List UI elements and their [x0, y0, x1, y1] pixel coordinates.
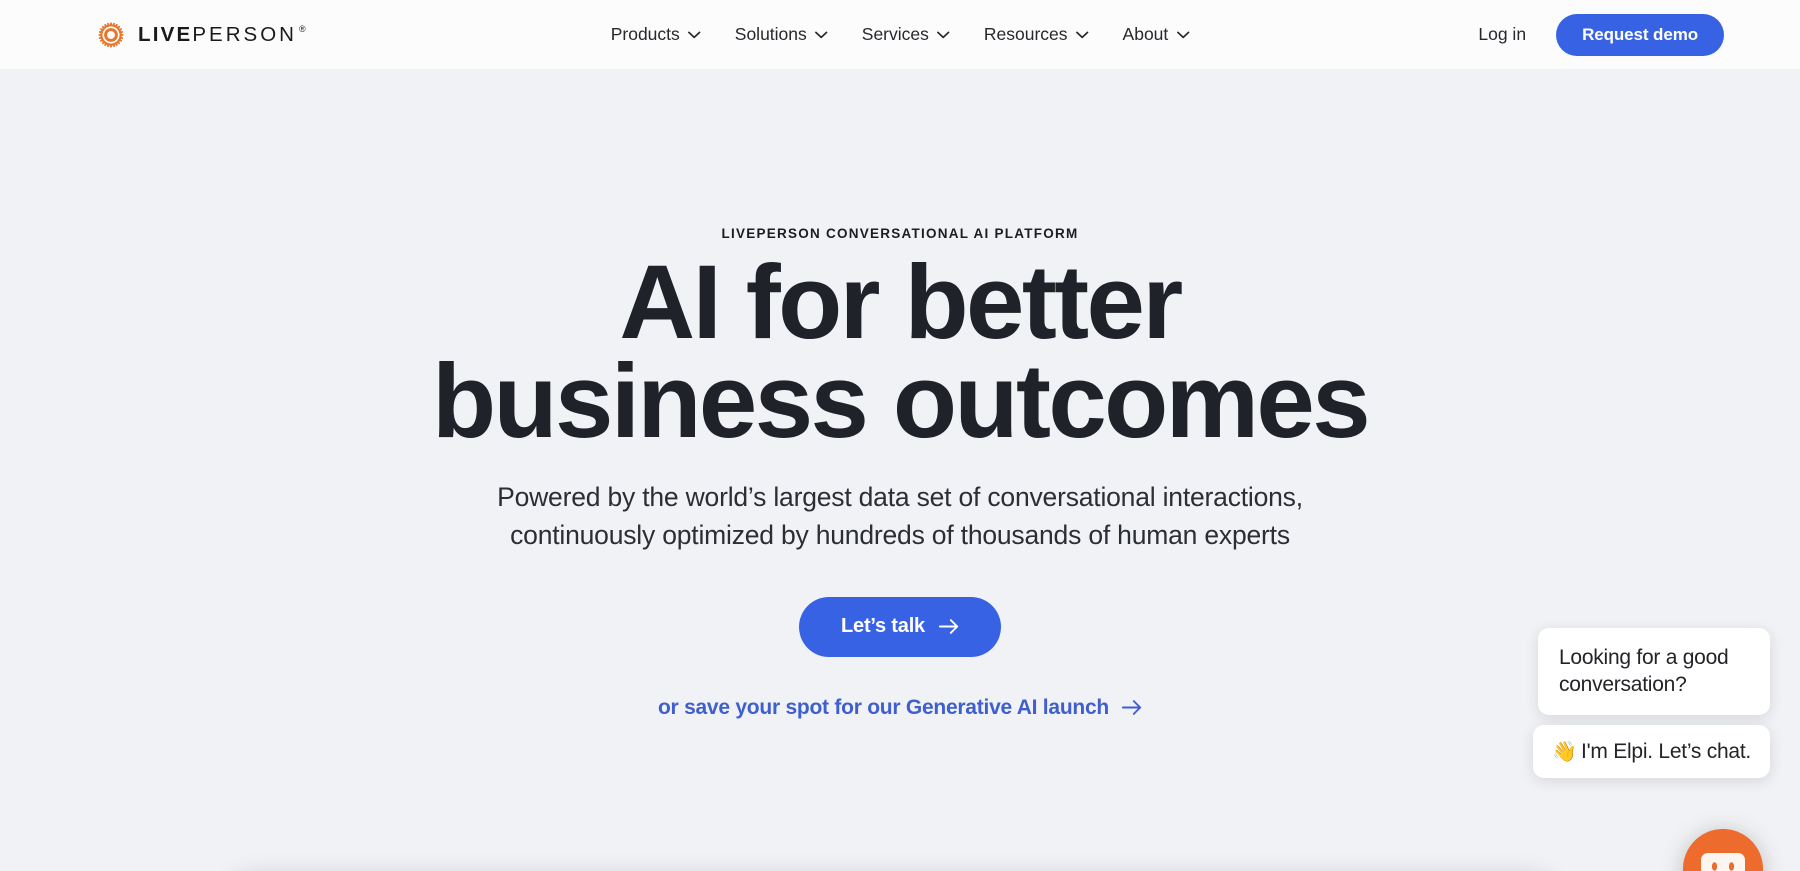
lets-talk-button[interactable]: Let’s talk	[799, 596, 1001, 657]
arrow-right-icon	[1122, 699, 1142, 716]
chat-bubble-greeting[interactable]: Looking for a good conversation?	[1538, 628, 1770, 715]
hero-cta-group: Let’s talk	[0, 596, 1800, 657]
main-navigation: Products Solutions Services Resources Ab	[611, 24, 1190, 45]
chevron-down-icon	[688, 31, 701, 39]
elpi-chat-bot-icon	[1679, 825, 1767, 871]
hero-section: LIVEPERSON CONVERSATIONAL AI PLATFORM AI…	[0, 69, 1800, 871]
chat-bubble-intro-text: I'm Elpi. Let’s chat.	[1581, 739, 1751, 763]
liveperson-gear-icon	[98, 22, 124, 48]
request-demo-button[interactable]: Request demo	[1556, 13, 1724, 56]
nav-item-solutions[interactable]: Solutions	[735, 24, 828, 45]
site-header: LIVE PERSON ® Products Solutions Services …	[0, 0, 1800, 69]
nav-label: Products	[610, 24, 680, 44]
sub-link-label: or save your spot for our Generative AI …	[657, 695, 1109, 719]
nav-label: About	[1122, 24, 1169, 44]
brand-wordmark: LIVE PERSON ®	[138, 23, 308, 47]
brand-logo[interactable]: LIVE PERSON ®	[98, 22, 308, 48]
cta-label: Let’s talk	[841, 615, 925, 638]
subhead-line-1: Powered by the world’s largest data set …	[497, 482, 1303, 513]
waving-hand-icon: 👋	[1552, 740, 1578, 763]
chat-widget-bubbles: Looking for a good conversation? 👋 I'm El…	[1533, 628, 1770, 778]
brand-name-light: PERSON	[192, 22, 297, 46]
hero-eyebrow: LIVEPERSON CONVERSATIONAL AI PLATFORM	[721, 226, 1079, 241]
page-title: AI for better business outcomes	[0, 250, 1800, 454]
nav-item-resources[interactable]: Resources	[984, 24, 1089, 45]
nav-label: Services	[861, 24, 929, 44]
chevron-down-icon	[815, 31, 828, 39]
nav-label: Resources	[983, 24, 1068, 44]
hero-subheading: Powered by the world’s largest data set …	[0, 479, 1800, 554]
nav-item-about[interactable]: About	[1123, 24, 1190, 45]
header-actions: Log in Request demo	[1478, 13, 1724, 56]
brand-name-bold: LIVE	[138, 22, 193, 46]
subhead-line-2: continuously optimized by hundreds of th…	[510, 520, 1290, 550]
chat-bubble-intro[interactable]: 👋 I'm Elpi. Let’s chat.	[1533, 724, 1770, 778]
headline-line-2: business outcomes	[431, 342, 1371, 460]
generative-ai-launch-link[interactable]: or save your spot for our Generative AI …	[658, 696, 1142, 720]
chevron-down-icon	[1176, 31, 1189, 39]
nav-item-services[interactable]: Services	[862, 24, 950, 45]
chat-launcher-button[interactable]	[1679, 825, 1767, 871]
arrow-right-icon	[938, 618, 959, 635]
registered-mark: ®	[298, 23, 308, 34]
login-link[interactable]: Log in	[1478, 24, 1526, 45]
nav-label: Solutions	[734, 24, 807, 44]
nav-item-products[interactable]: Products	[611, 24, 701, 45]
chevron-down-icon	[937, 31, 950, 39]
chevron-down-icon	[1075, 31, 1089, 39]
